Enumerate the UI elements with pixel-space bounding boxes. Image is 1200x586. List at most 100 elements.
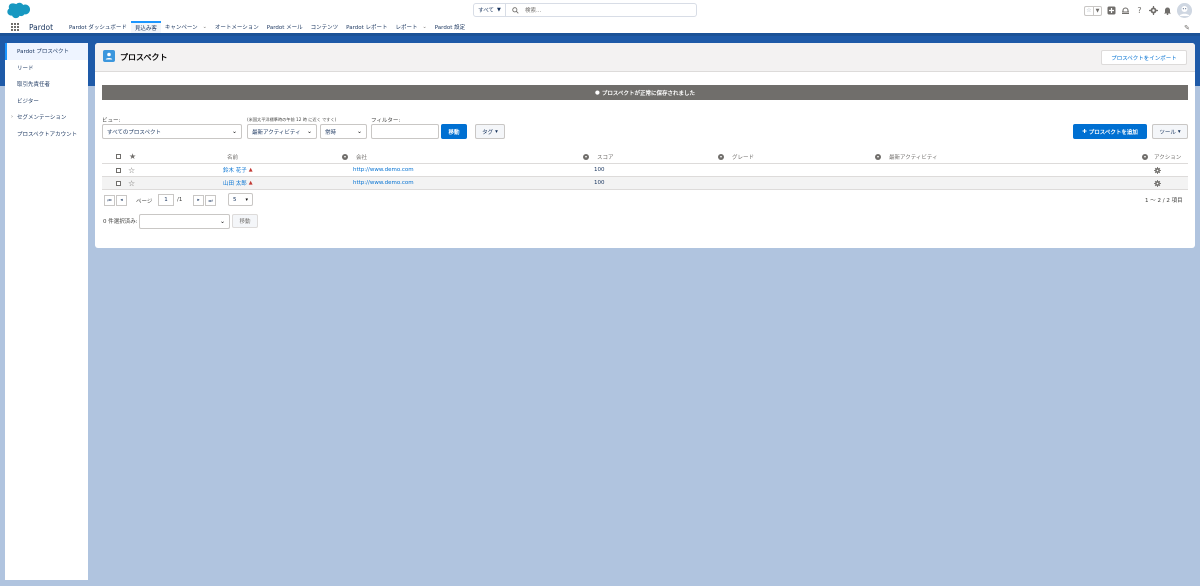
tools-button[interactable]: ツール ▾ [1152, 124, 1188, 139]
favorite-star-icon[interactable]: ☆ [128, 177, 135, 189]
chevron-down-icon: ⌄ [219, 218, 225, 225]
favorite-star-icon[interactable]: ☆ [128, 164, 135, 176]
last-page-button[interactable]: ⏭ [205, 195, 216, 206]
sidebar-item-label: Pardot プロスペクト [17, 49, 69, 56]
company-link[interactable]: http://www.demo.com [353, 167, 414, 173]
star-column-icon: ★ [129, 152, 137, 161]
score-cell: 100 [594, 177, 605, 189]
favorite-star-icon[interactable]: ☆ [1085, 7, 1093, 15]
column-header-activity[interactable]: 最新アクティビティ [889, 150, 938, 163]
favorites-list-icon[interactable]: ▼ [1093, 6, 1101, 15]
time-range-value: 常時 [325, 129, 337, 136]
nav-item-pardot-email[interactable]: Pardot メール [263, 21, 307, 33]
prospect-name-cell: 鈴木 花子 ▲ [223, 164, 253, 176]
time-range-select[interactable]: 常時 ⌄ [320, 124, 367, 139]
app-name: Pardot [29, 22, 54, 32]
gear-icon[interactable] [1149, 6, 1158, 15]
nav-item-campaigns[interactable]: キャンペーン ⌄ [161, 21, 211, 33]
help-icon[interactable]: ? [1135, 6, 1144, 15]
sort-company-icon[interactable]: ▾ [583, 150, 589, 163]
per-page-value: 5 [233, 196, 237, 203]
prospect-name-link[interactable]: 山田 太郎 [223, 179, 247, 187]
select-all-checkbox[interactable] [116, 150, 121, 163]
bulk-action-select[interactable]: ⌄ [139, 214, 230, 229]
activity-select[interactable]: 最新アクティビティ ⌄ [247, 124, 317, 139]
chevron-down-icon[interactable]: ⌄ [423, 24, 427, 30]
filter-go-button[interactable]: 移動 [441, 124, 467, 139]
nav-item-automation[interactable]: オートメーション [211, 21, 263, 33]
table-header: ★ 名前 ▾ 会社 ▾ スコア ▾ グレード ▾ 最新アクティビティ ▾ アクシ… [102, 150, 1188, 164]
sidebar-item-label: リード [17, 65, 34, 72]
sort-icon-glyph: ▾ [583, 153, 589, 160]
page-number-input[interactable]: 1 [158, 194, 174, 206]
nav-item-label: レポート [395, 25, 418, 31]
page-header: プロスペクト プロスペクトをインポート [95, 43, 1195, 72]
trailhead-icon[interactable] [1121, 6, 1130, 15]
add-prospect-button[interactable]: ✚ プロスペクトを追加 [1073, 124, 1147, 139]
row-actions-gear-icon[interactable] [1154, 164, 1161, 176]
company-link[interactable]: http://www.demo.com [353, 180, 414, 186]
nav-item-content[interactable]: コンテンツ [307, 21, 343, 33]
search-scope-dropdown[interactable]: すべて ▼ [474, 4, 506, 16]
chevron-right-icon[interactable]: › [11, 114, 13, 120]
column-header-score[interactable]: スコア [597, 150, 614, 163]
selected-count-label: 0 件選択済み: [103, 219, 138, 225]
nav-item-pardot-dashboard[interactable]: Pardot ダッシュボード [65, 21, 131, 33]
column-header-name[interactable]: 名前 [227, 150, 238, 163]
bulk-go-button[interactable]: 移動 [232, 214, 258, 228]
salesforce-logo[interactable] [7, 2, 31, 19]
column-header-grade[interactable]: グレード [732, 150, 754, 163]
sidebar-item-leads[interactable]: リード [5, 60, 88, 77]
sidebar-item-segmentation[interactable]: › セグメンテーション [5, 109, 88, 126]
bell-icon[interactable] [1163, 6, 1172, 15]
edit-nav-pencil-icon[interactable]: ✎ [1184, 24, 1190, 32]
sidebar-item-pardot-prospects[interactable]: Pardot プロスペクト [5, 43, 88, 60]
sort-score-icon[interactable]: ▾ [718, 150, 724, 163]
tag-button[interactable]: タグ ▾ [475, 124, 505, 139]
nav-item-prospects[interactable]: 見込み客 [130, 21, 161, 33]
column-header-company[interactable]: 会社 [356, 150, 367, 163]
success-icon: ● [595, 89, 600, 96]
checkbox-box [116, 154, 121, 159]
next-page-button[interactable]: ▸ [193, 195, 204, 206]
row-checkbox[interactable] [116, 177, 121, 189]
global-search: すべて ▼ 検索... [473, 3, 697, 17]
first-page-button[interactable]: ⏮ [104, 195, 115, 206]
row-actions-gear-icon[interactable] [1154, 177, 1161, 189]
nav-item-pardot-settings[interactable]: Pardot 設定 [431, 21, 469, 33]
global-actions-icon[interactable] [1107, 6, 1116, 15]
user-avatar[interactable] [1177, 3, 1192, 18]
nav-item-label: キャンペーン [164, 25, 198, 31]
sidebar-item-contacts[interactable]: 取引先責任者 [5, 76, 88, 93]
sort-grade-icon[interactable]: ▾ [875, 150, 881, 163]
sort-icon-glyph: ▾ [875, 153, 881, 160]
column-header-label: 最新アクティビティ [889, 154, 938, 161]
filter-input[interactable] [371, 124, 439, 139]
sidebar-item-visitors[interactable]: ビジター [5, 93, 88, 110]
warning-icon: ▲ [248, 167, 253, 173]
import-prospects-button[interactable]: プロスペクトをインポート [1101, 50, 1187, 65]
prev-page-button[interactable]: ◂ [116, 195, 127, 206]
nav-item-label: Pardot メール [266, 25, 303, 31]
row-checkbox[interactable] [116, 164, 121, 176]
chevron-down-icon[interactable]: ⌄ [203, 24, 207, 30]
sort-name-icon[interactable]: ▾ [342, 150, 348, 163]
prospect-name-link[interactable]: 鈴木 花子 [223, 166, 247, 174]
add-prospect-label: プロスペクトを追加 [1088, 129, 1138, 136]
view-select[interactable]: すべてのプロスペクト ⌄ [102, 124, 242, 139]
per-page-select[interactable]: 5 ▾ [228, 193, 253, 206]
nav-item-reports[interactable]: レポート ⌄ [392, 21, 431, 33]
nav-item-label: 見込み客 [134, 26, 157, 32]
chevron-down-icon: ⌄ [306, 128, 312, 135]
search-input[interactable]: 検索... [525, 6, 541, 14]
column-header-label: 会社 [356, 154, 368, 161]
sort-icon-glyph: ▾ [718, 153, 724, 160]
sidebar-item-prospect-accounts[interactable]: プロスペクトアカウント [5, 126, 88, 143]
sort-icon-glyph: ▾ [1142, 153, 1148, 160]
sort-activity-icon[interactable]: ▾ [1142, 150, 1148, 163]
nav-item-pardot-reports[interactable]: Pardot レポート [342, 21, 391, 33]
view-select-value: すべてのプロスペクト [107, 129, 162, 136]
prospect-name-cell: 山田 太郎 ▲ [223, 177, 253, 189]
app-launcher-icon[interactable] [11, 23, 19, 31]
column-header-label: グレード [732, 154, 755, 161]
